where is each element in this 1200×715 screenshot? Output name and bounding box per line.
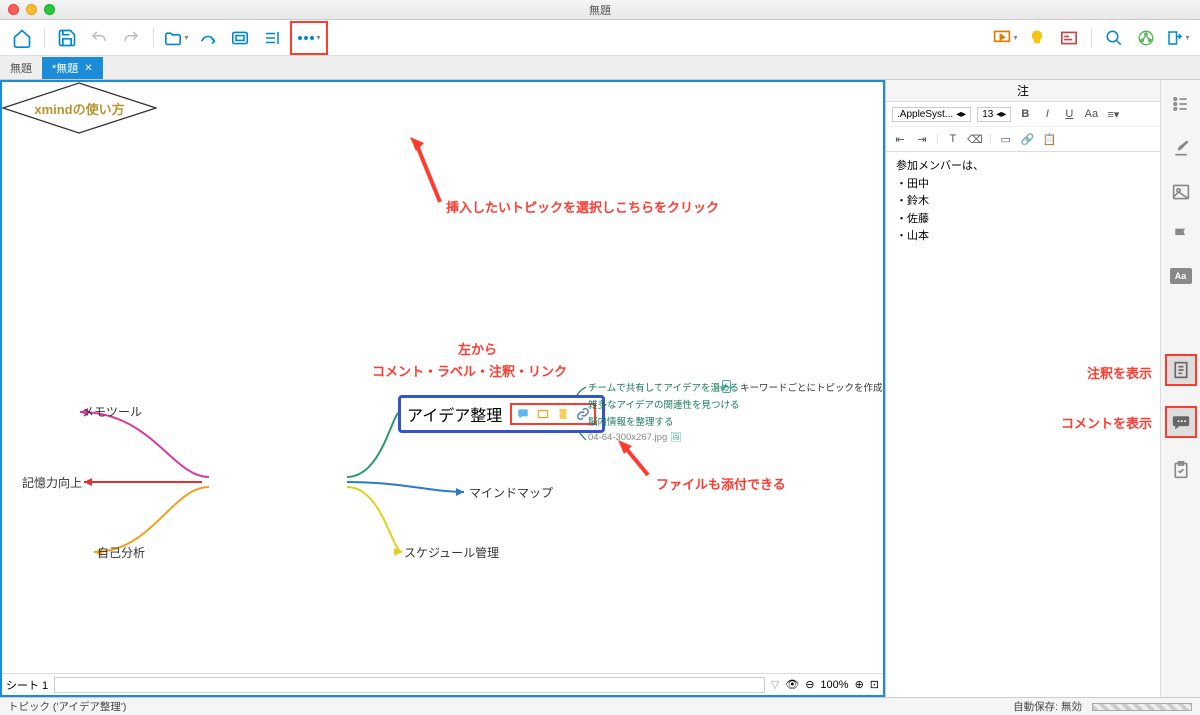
image-insert-icon[interactable]: ▭: [998, 131, 1014, 147]
branch-self[interactable]: 自己分析: [97, 544, 145, 561]
save-icon[interactable]: [53, 24, 81, 52]
gantt-icon[interactable]: [1055, 24, 1083, 52]
fit-icon[interactable]: ⊡: [870, 678, 879, 691]
branch-mindmap[interactable]: マインドマップ: [469, 484, 553, 501]
branch-schedule[interactable]: スケジュール管理: [404, 544, 499, 561]
annotation-insert: 挿入したいトピックを選択しこちらをクリック: [446, 197, 719, 216]
fontsize-select[interactable]: 13◂▸: [977, 107, 1011, 122]
italic-button[interactable]: I: [1039, 106, 1055, 122]
tab-untitled-1[interactable]: 無題: [0, 57, 42, 79]
notes-format-toolbar: .AppleSyst...◂▸ 13◂▸ B I U Aa ≡▾: [886, 102, 1160, 127]
notes-insert-toolbar: ⇤ ⇥ | T ⌫ | ▭ 🔗 📋: [886, 127, 1160, 152]
topic-marker-row: [510, 403, 596, 425]
presentation-icon[interactable]: ▾: [991, 24, 1019, 52]
arrow-icon: [618, 440, 658, 480]
annotation-leftfrom: 左から: [458, 339, 497, 358]
link-chip-icon: -: [722, 380, 731, 393]
home-icon[interactable]: [8, 24, 36, 52]
boundary-icon[interactable]: [226, 24, 254, 52]
summary-icon[interactable]: [258, 24, 286, 52]
status-progress: [1092, 703, 1192, 711]
mindmap-canvas[interactable]: xmindの使い方 メモツール 記憶力向上 自己分析 マインドマップ スケジュー…: [0, 80, 885, 697]
tab-label: *無題: [52, 60, 78, 76]
close-window[interactable]: [8, 4, 19, 15]
subtopic-b[interactable]: 雑多なアイデアの関連性を見つける: [588, 397, 740, 411]
status-autosave: 自動保存: 無効: [1013, 699, 1082, 714]
minimize-window[interactable]: [26, 4, 37, 15]
image-panel-icon[interactable]: [1169, 180, 1193, 204]
visibility-icon[interactable]: 👁: [785, 678, 799, 691]
more-icon[interactable]: ▾: [295, 24, 323, 52]
indent-left-icon[interactable]: ⇤: [892, 131, 908, 147]
export-icon[interactable]: ▾: [1164, 24, 1192, 52]
clipboard-icon[interactable]: 📋: [1042, 131, 1058, 147]
zoom-out-icon[interactable]: ⊖: [805, 678, 814, 691]
share-icon[interactable]: [1132, 24, 1160, 52]
notes-icon[interactable]: [556, 407, 570, 421]
sheet-tab[interactable]: シート 1: [6, 677, 48, 693]
subtopic-c[interactable]: 脳内情報を整理する: [588, 414, 674, 428]
brainstorm-icon[interactable]: [1023, 24, 1051, 52]
underline-button[interactable]: U: [1061, 106, 1077, 122]
indent-right-icon[interactable]: ⇥: [914, 131, 930, 147]
notes-panel-title: 注: [886, 80, 1160, 102]
branch-memory[interactable]: 記憶力向上: [22, 474, 82, 491]
zoom-in-icon[interactable]: ⊕: [855, 678, 864, 691]
strike-icon[interactable]: T: [945, 131, 961, 147]
redo-icon[interactable]: [117, 24, 145, 52]
tab-untitled-2-active[interactable]: *無題 ✕: [42, 57, 103, 79]
marker-panel-icon[interactable]: [1169, 224, 1193, 248]
main-toolbar: ▾ ▾ ▾ ▾: [0, 20, 1200, 56]
subtopic-a[interactable]: チームで共有してアイデアを温める: [588, 380, 739, 394]
sheet-bar: シート 1 ▽ 👁 ⊖ 100% ⊕ ⊡: [2, 673, 883, 695]
arrow-icon: [410, 137, 450, 207]
notes-panel: 注 .AppleSyst...◂▸ 13◂▸ B I U Aa ≡▾ ⇤ ⇥ |…: [885, 80, 1160, 697]
document-tabbar: 無題 *無題 ✕: [0, 56, 1200, 80]
outline-panel-icon[interactable]: [1169, 92, 1193, 116]
filter-icon[interactable]: ▽: [771, 678, 779, 691]
link-insert-icon[interactable]: 🔗: [1020, 131, 1036, 147]
image-icon: 🖼: [670, 432, 682, 443]
comment-icon[interactable]: [516, 407, 530, 421]
central-topic[interactable]: xmindの使い方: [2, 82, 157, 132]
branch-idea-label: アイデア整理: [407, 402, 502, 426]
relationship-icon[interactable]: [194, 24, 222, 52]
side-panel-switcher: Aa: [1160, 80, 1200, 697]
annotation-iconslist: コメント・ラベル・注釈・リンク: [372, 361, 567, 380]
folder-icon[interactable]: ▾: [162, 24, 190, 52]
search-icon[interactable]: [1100, 24, 1128, 52]
align-button[interactable]: ≡▾: [1105, 106, 1121, 122]
zoom-window[interactable]: [44, 4, 55, 15]
clear-icon[interactable]: ⌫: [967, 131, 983, 147]
window-title: 無題: [589, 2, 611, 18]
zoom-level: 100%: [820, 679, 848, 691]
textcolor-button[interactable]: Aa: [1083, 106, 1099, 122]
branch-idea-selected[interactable]: アイデア整理: [398, 395, 605, 433]
task-panel-icon[interactable]: [1169, 458, 1193, 482]
sheet-search-input[interactable]: [54, 677, 765, 693]
label-icon[interactable]: [536, 407, 550, 421]
close-tab-icon[interactable]: ✕: [84, 63, 92, 74]
undo-icon[interactable]: [85, 24, 113, 52]
window-titlebar: 無題: [0, 0, 1200, 20]
branch-memo[interactable]: メモツール: [82, 403, 142, 420]
bold-button[interactable]: B: [1017, 106, 1033, 122]
annotation-attach: ファイルも添付できる: [656, 474, 786, 493]
notes-panel-icon[interactable]: [1165, 354, 1197, 386]
font-select[interactable]: .AppleSyst...◂▸: [892, 107, 971, 122]
comments-panel-icon[interactable]: [1165, 406, 1197, 438]
annotation-show-comments: コメントを表示: [1061, 413, 1152, 432]
annotation-show-notes: 注釈を表示: [1087, 363, 1152, 382]
theme-panel-icon[interactable]: Aa: [1170, 268, 1192, 284]
floating-topic-keyword[interactable]: キーワードごとにトピックを作成: [740, 380, 883, 394]
central-topic-label: xmindの使い方: [2, 82, 157, 134]
format-panel-icon[interactable]: [1169, 136, 1193, 160]
